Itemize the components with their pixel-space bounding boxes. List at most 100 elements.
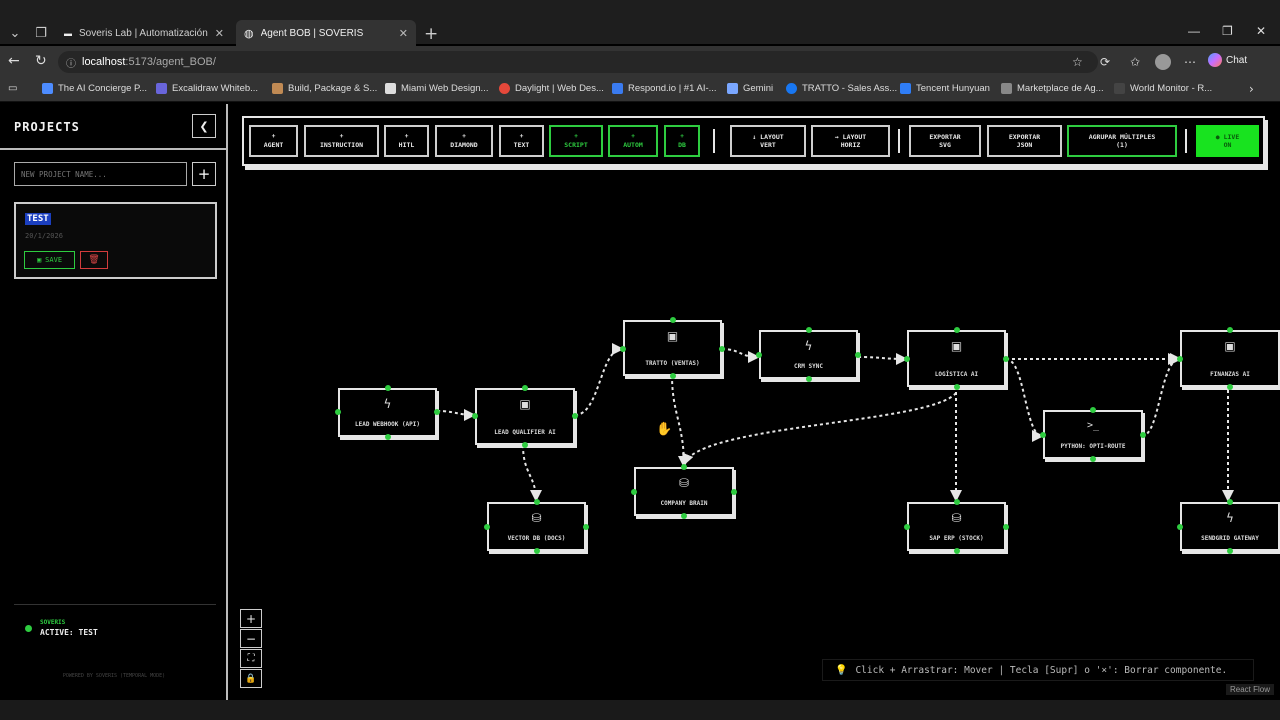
node-handle[interactable] — [954, 499, 960, 505]
node-finanzas[interactable]: ▣ FINANZAS AI — [1180, 330, 1280, 387]
node-handle[interactable] — [1227, 499, 1233, 505]
node-handle[interactable] — [484, 524, 490, 530]
node-handle[interactable] — [670, 317, 676, 323]
add-db-button[interactable]: + DB — [664, 125, 700, 157]
save-project-button[interactable]: ▣ SAVE — [24, 251, 75, 269]
node-lead-qualifier[interactable]: ▣ LEAD QUALIFIER AI — [475, 388, 575, 445]
bookmark-item[interactable]: Excalidraw Whiteb... — [156, 83, 258, 94]
favorite-star-icon[interactable]: ☆ — [1072, 55, 1083, 69]
collections-icon[interactable]: ▭ — [8, 83, 17, 94]
zoom-out-button[interactable]: − — [240, 629, 262, 648]
node-handle[interactable] — [385, 434, 391, 440]
browser-tab[interactable]: ▬ Soveris Lab | Automatización e IA ✕ — [56, 20, 232, 46]
node-logistica[interactable]: ▣ LOGÍSTICA AI — [907, 330, 1006, 387]
edge-qualifier-tratto[interactable] — [574, 343, 624, 416]
node-python-opti-route[interactable]: >_ PYTHON: OPTI-ROUTE — [1043, 410, 1143, 459]
bookmark-item[interactable]: Daylight | Web Des... — [499, 83, 604, 94]
address-input[interactable]: ⓘ localhost:5173/agent_BOB/ — [58, 51, 1098, 73]
node-handle[interactable] — [954, 548, 960, 554]
copilot-chat-button[interactable]: Chat — [1208, 53, 1247, 67]
add-text-button[interactable]: + TEXT — [499, 125, 544, 157]
add-project-button[interactable]: + — [192, 162, 216, 186]
group-multiple-button[interactable]: AGRUPAR MÚLTIPLES (1) — [1067, 125, 1177, 157]
node-handle[interactable] — [719, 346, 725, 352]
node-handle[interactable] — [335, 409, 341, 415]
node-handle[interactable] — [620, 346, 626, 352]
favorites-icon[interactable]: ✩ — [1130, 55, 1140, 69]
node-handle[interactable] — [583, 524, 589, 530]
node-lead-webhook[interactable]: ϟ LEAD WEBHOOK (API) — [338, 388, 437, 437]
add-hitl-button[interactable]: + HITL — [384, 125, 429, 157]
zoom-in-button[interactable]: + — [240, 609, 262, 628]
node-handle[interactable] — [681, 513, 687, 519]
workspaces-icon[interactable]: ❐ — [30, 22, 52, 44]
live-toggle-button[interactable]: ● LIVE ON — [1196, 125, 1259, 157]
lock-button[interactable]: 🔒 — [240, 669, 262, 688]
edge-python-finanzas[interactable] — [1141, 353, 1182, 437]
node-sendgrid-gateway[interactable]: ϟ SENDGRID GATEWAY — [1180, 502, 1280, 551]
node-handle[interactable] — [1227, 327, 1233, 333]
node-handle[interactable] — [806, 327, 812, 333]
refresh-sync-icon[interactable]: ⟳ — [1100, 55, 1110, 69]
profile-avatar[interactable] — [1155, 54, 1171, 70]
add-script-button[interactable]: + SCRIPT — [549, 125, 603, 157]
project-card[interactable]: TEST 20/1/2026 ▣ SAVE 🗑 — [14, 202, 217, 279]
node-sap-erp[interactable]: ⛁ SAP ERP (STOCK) — [907, 502, 1006, 551]
add-agent-button[interactable]: + AGENT — [249, 125, 298, 157]
edge-webhook-qualifier[interactable] — [436, 408, 476, 421]
close-tab-icon[interactable]: ✕ — [399, 27, 408, 40]
node-handle[interactable] — [904, 356, 910, 362]
bookmark-item[interactable]: Marketplace de Ag... — [1001, 83, 1104, 94]
fit-view-button[interactable]: ⛶ — [240, 649, 262, 668]
node-handle[interactable] — [1140, 432, 1146, 438]
tab-search-icon[interactable]: ⌄ — [4, 22, 26, 44]
more-menu-icon[interactable]: ⋯ — [1184, 55, 1196, 69]
node-handle[interactable] — [434, 409, 440, 415]
export-json-button[interactable]: EXPORTAR JSON — [987, 125, 1062, 157]
node-handle[interactable] — [472, 413, 478, 419]
bookmark-item[interactable]: Gemini — [727, 83, 773, 94]
node-company-brain[interactable]: ⛁ COMPANY BRAIN — [634, 467, 734, 516]
layout-horizontal-button[interactable]: → LAYOUT HORIZ — [811, 125, 890, 157]
restore-icon[interactable]: ❐ — [1222, 24, 1233, 38]
minimize-icon[interactable]: — — [1188, 24, 1200, 38]
node-handle[interactable] — [1090, 456, 1096, 462]
new-project-input[interactable] — [14, 162, 187, 186]
node-handle[interactable] — [954, 384, 960, 390]
add-instruction-button[interactable]: + INSTRUCTION — [304, 125, 379, 157]
node-handle[interactable] — [385, 385, 391, 391]
edge-logistica-brain[interactable] — [682, 392, 957, 466]
node-handle[interactable] — [522, 385, 528, 391]
bookmark-item[interactable]: The AI Concierge P... — [42, 83, 147, 94]
edge-crm-logistica[interactable] — [857, 352, 908, 365]
edge-logistica-python[interactable] — [1005, 358, 1044, 442]
node-crm-sync[interactable]: ϟ CRM SYNC — [759, 330, 858, 379]
back-icon[interactable]: ← — [8, 53, 20, 69]
bookmark-item[interactable]: World Monitor - R... — [1114, 83, 1212, 94]
bookmark-item[interactable]: Build, Package & S... — [272, 83, 377, 94]
node-handle[interactable] — [1177, 356, 1183, 362]
node-handle[interactable] — [572, 413, 578, 419]
node-handle[interactable] — [534, 499, 540, 505]
edge-tratto-brain[interactable] — [671, 374, 690, 468]
edge-qualifier-vectordb[interactable] — [522, 444, 542, 502]
node-handle[interactable] — [855, 352, 861, 358]
add-diamond-button[interactable]: + DIAMOND — [435, 125, 493, 157]
node-handle[interactable] — [681, 464, 687, 470]
node-handle[interactable] — [1003, 524, 1009, 530]
delete-project-button[interactable]: 🗑 — [80, 251, 108, 269]
node-handle[interactable] — [806, 376, 812, 382]
browser-tab-active[interactable]: ◍ Agent BOB | SOVERIS ✕ — [236, 20, 416, 46]
site-info-icon[interactable]: ⓘ — [66, 55, 76, 70]
node-handle[interactable] — [954, 327, 960, 333]
node-handle[interactable] — [731, 489, 737, 495]
node-handle[interactable] — [1040, 432, 1046, 438]
reload-icon[interactable]: ↻ — [35, 53, 47, 69]
node-vector-db[interactable]: ⛁ VECTOR DB (DOCS) — [487, 502, 586, 551]
add-autom-button[interactable]: + AUTOM — [608, 125, 658, 157]
layout-vertical-button[interactable]: ↓ LAYOUT VERT — [730, 125, 806, 157]
edge-tratto-crm[interactable] — [721, 348, 760, 363]
node-handle[interactable] — [756, 352, 762, 358]
close-window-icon[interactable]: ✕ — [1256, 24, 1266, 38]
flow-canvas[interactable]: + AGENT + INSTRUCTION + HITL + DIAMOND + TEXT… — [230, 104, 1280, 700]
